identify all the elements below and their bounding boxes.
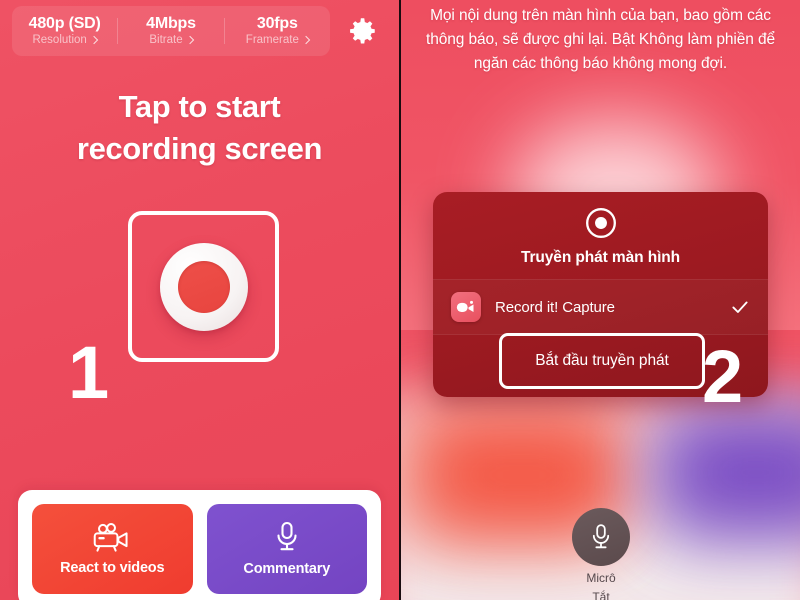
record-button[interactable]: [160, 243, 248, 331]
left-screen-panel: 480p (SD) Resolution 4Mbps Bitrate 30fps: [0, 0, 399, 600]
mic-control[interactable]: Micrô Tắt: [570, 508, 632, 600]
resolution-value: 480p (SD): [28, 15, 101, 32]
screenshot-root: 480p (SD) Resolution 4Mbps Bitrate 30fps: [0, 0, 800, 600]
start-casting-label: Bắt đầu truyền phát: [535, 352, 669, 369]
settings-bar: 480p (SD) Resolution 4Mbps Bitrate 30fps: [12, 6, 330, 56]
dialog-header: Truyền phát màn hình: [433, 192, 768, 279]
app-camcorder-glyph: [456, 300, 474, 312]
commentary-label: Commentary: [243, 561, 331, 577]
mic-label: Micrô: [586, 571, 616, 585]
mic-state-label: Tắt: [592, 590, 610, 600]
bitrate-sublabel-group: Bitrate: [149, 33, 194, 47]
checkmark-icon: [732, 301, 748, 313]
page-title: Tap to start recording screen: [0, 86, 399, 170]
heading-line-2: recording screen: [76, 131, 323, 166]
commentary-button[interactable]: Commentary: [206, 504, 367, 594]
record-circle-icon: [178, 261, 230, 313]
record-it-capture-app-icon: [451, 292, 481, 322]
mic-toggle-button[interactable]: [572, 508, 630, 566]
bottom-action-sheet: React to videos Commentary: [18, 490, 381, 600]
chevron-right-icon: [185, 35, 194, 44]
setting-bitrate[interactable]: 4Mbps Bitrate: [118, 15, 223, 47]
step-marker-1: 1: [68, 331, 110, 414]
step-marker-2: 2: [702, 335, 744, 418]
setting-framerate[interactable]: 30fps Framerate: [225, 15, 330, 47]
right-screen-panel: Mọi nội dung trên màn hình của bạn, bao …: [401, 0, 800, 600]
react-to-videos-button[interactable]: React to videos: [32, 504, 193, 594]
cast-target-label: Record it! Capture: [495, 298, 615, 316]
chevron-right-icon: [301, 35, 311, 44]
background-blur-purple: [666, 420, 800, 525]
start-casting-button[interactable]: Bắt đầu truyền phát: [499, 333, 705, 389]
bitrate-value: 4Mbps: [146, 15, 196, 32]
framerate-sublabel-group: Framerate: [245, 33, 311, 47]
dialog-title: Truyền phát màn hình: [520, 249, 681, 266]
chevron-right-icon: [89, 35, 99, 44]
recording-notice-text: Mọi nội dung trên màn hình của bạn, bao …: [425, 7, 776, 72]
setting-resolution[interactable]: 480p (SD) Resolution: [12, 15, 117, 47]
react-to-videos-label: React to videos: [60, 560, 165, 576]
microphone-icon: [592, 524, 610, 549]
bitrate-label: Bitrate: [149, 34, 183, 46]
framerate-label: Framerate: [245, 34, 299, 46]
cast-target-row[interactable]: Record it! Capture: [433, 280, 768, 334]
framerate-value: 30fps: [256, 15, 298, 32]
gear-icon[interactable]: [345, 14, 379, 48]
heading-line-1: Tap to start: [118, 89, 281, 124]
video-camera-icon: [93, 522, 128, 552]
microphone-icon: [277, 521, 297, 551]
record-circle-icon: [585, 208, 616, 238]
resolution-label: Resolution: [32, 34, 87, 46]
resolution-sublabel-group: Resolution: [32, 33, 99, 47]
